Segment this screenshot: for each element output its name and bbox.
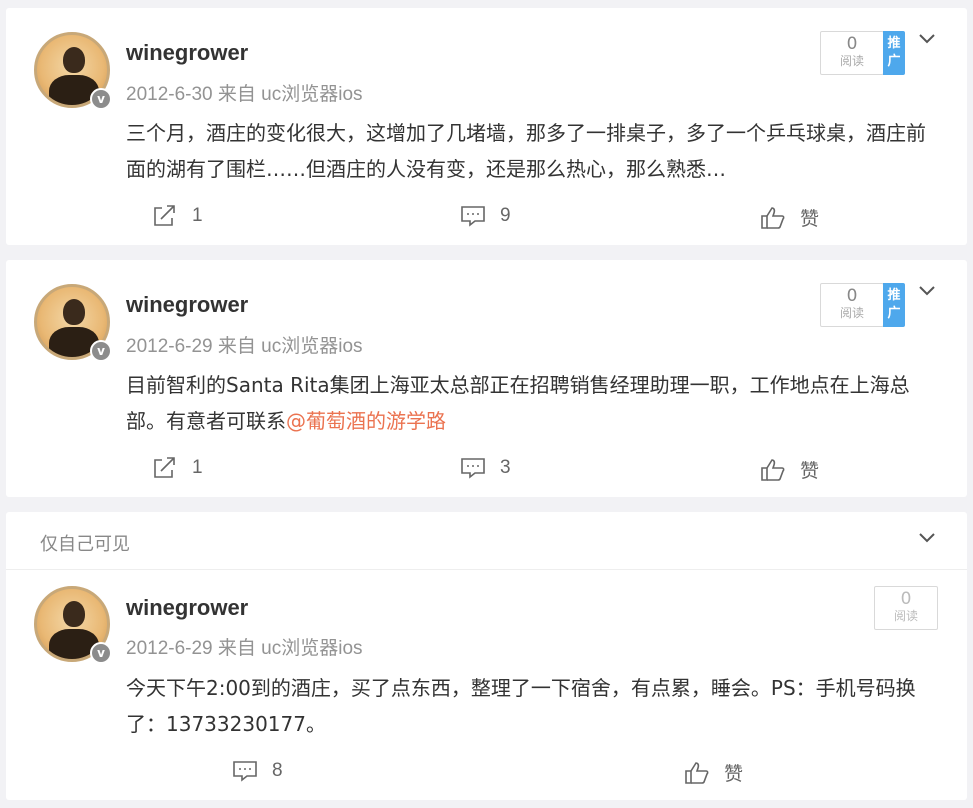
like-label: 赞 — [724, 764, 744, 785]
chevron-down-icon[interactable] — [915, 26, 939, 50]
share-count: 1 — [192, 205, 203, 226]
like-button[interactable]: 赞 — [684, 759, 743, 786]
verified-badge-icon: v — [90, 642, 112, 664]
chevron-down-icon[interactable] — [915, 525, 939, 549]
like-button[interactable]: 赞 — [760, 456, 819, 483]
comment-button[interactable]: 8 — [232, 759, 283, 783]
comment-count: 8 — [272, 760, 283, 781]
share-icon — [154, 457, 175, 478]
visibility-label: 仅自己可见 — [40, 534, 130, 555]
promote-button[interactable]: 推广 — [883, 31, 905, 75]
read-count: 0 — [900, 589, 912, 609]
post-text: 目前智利的Santa Rita集团上海亚太总部正在招聘销售经理助理一职，工作地点… — [126, 367, 926, 439]
share-button[interactable]: 1 — [152, 456, 203, 480]
read-count-box: 0 阅读 — [820, 283, 884, 327]
feed-card: 仅自己可见 v winegrower 2012-6-29 来自 uc浏览器ios… — [6, 512, 967, 800]
comment-icon — [461, 458, 485, 479]
verified-badge-icon: v — [90, 88, 112, 110]
post-meta[interactable]: 2012-6-30 来自 uc浏览器ios — [126, 79, 363, 106]
username[interactable]: winegrower — [126, 595, 248, 621]
divider — [6, 569, 967, 570]
share-icon — [154, 205, 175, 226]
read-label: 阅读 — [839, 306, 864, 320]
read-count: 0 — [846, 34, 858, 54]
comment-count: 9 — [500, 205, 511, 226]
chevron-down-icon[interactable] — [915, 278, 939, 302]
thumbs-up-icon — [761, 458, 785, 481]
feed-card: v winegrower 2012-6-29 来自 uc浏览器ios 目前智利的… — [6, 260, 967, 497]
username[interactable]: winegrower — [126, 40, 248, 66]
comment-icon — [233, 761, 257, 782]
like-label: 赞 — [800, 461, 820, 482]
comment-button[interactable]: 9 — [460, 204, 511, 228]
share-count: 1 — [192, 457, 203, 478]
post-meta[interactable]: 2012-6-29 来自 uc浏览器ios — [126, 633, 363, 660]
comment-count: 3 — [500, 457, 511, 478]
read-label: 阅读 — [893, 609, 918, 623]
like-label: 赞 — [800, 209, 820, 230]
post-text: 三个月，酒庄的变化很大，这增加了几堵墙，那多了一排桌子，多了一个乒乓球桌，酒庄前… — [126, 121, 926, 181]
thumbs-up-icon — [761, 206, 785, 229]
post-meta[interactable]: 2012-6-29 来自 uc浏览器ios — [126, 331, 363, 358]
post-text-body: 目前智利的Santa Rita集团上海亚太总部正在招聘销售经理助理一职，工作地点… — [126, 373, 910, 433]
read-count-box: 0 阅读 — [874, 586, 938, 630]
share-button[interactable]: 1 — [152, 204, 203, 228]
mention-link[interactable]: @葡萄酒的游学路 — [286, 409, 446, 433]
verified-badge-icon: v — [90, 340, 112, 362]
read-count-box: 0 阅读 — [820, 31, 884, 75]
username[interactable]: winegrower — [126, 292, 248, 318]
promote-button[interactable]: 推广 — [883, 283, 905, 327]
comment-icon — [461, 206, 485, 227]
read-count: 0 — [846, 286, 858, 306]
like-button[interactable]: 赞 — [760, 204, 819, 231]
post-text: 今天下午2:00到的酒庄，买了点东西，整理了一下宿舍，有点累，睡会。PS：手机号… — [126, 676, 916, 736]
read-label: 阅读 — [839, 54, 864, 68]
thumbs-up-icon — [685, 761, 709, 784]
feed-card: v winegrower 2012-6-30 来自 uc浏览器ios 三个月，酒… — [6, 8, 967, 245]
comment-button[interactable]: 3 — [460, 456, 511, 480]
